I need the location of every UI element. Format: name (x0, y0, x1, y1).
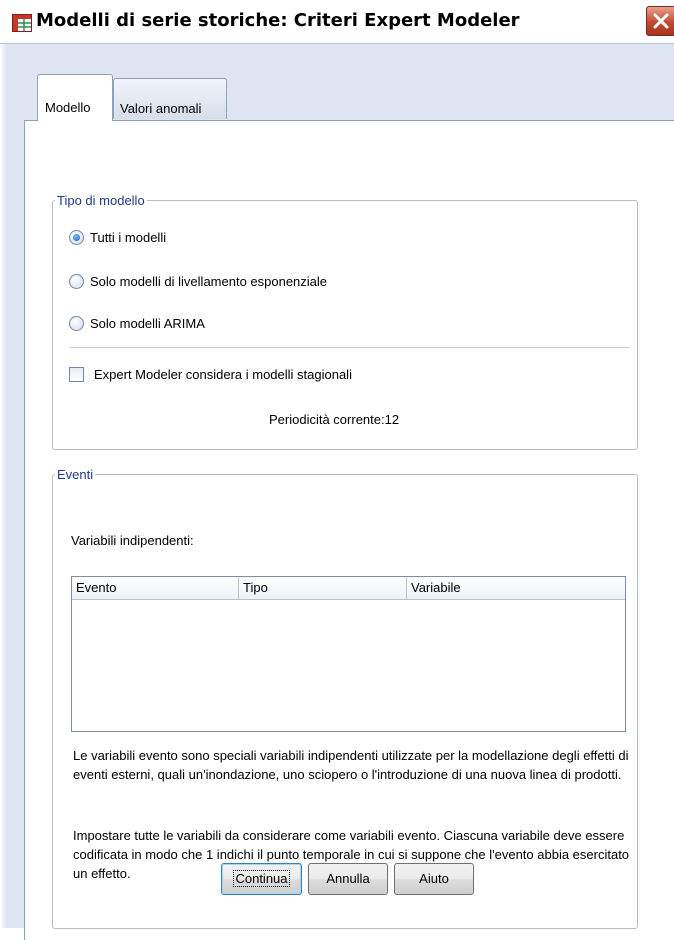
dialog-window: Modelli di serie storiche: Criteri Exper… (0, 0, 674, 940)
column-header-evento[interactable]: Evento (72, 577, 239, 599)
tab-label: Modello (45, 100, 91, 115)
radio-label: Solo modelli di livellamento esponenzial… (90, 274, 328, 289)
radio-button[interactable] (69, 274, 84, 289)
table-header: Evento Tipo Variabile (72, 577, 625, 600)
help-button[interactable]: Aiuto (394, 863, 474, 895)
button-label: Continua (233, 870, 290, 887)
group-legend: Tipo di modello (57, 193, 145, 208)
window-title: Modelli di serie storiche: Criteri Exper… (36, 10, 520, 31)
tab-valori-anomali[interactable]: Valori anomali (113, 78, 227, 119)
separator (70, 347, 630, 348)
events-table[interactable]: Evento Tipo Variabile (71, 576, 626, 732)
close-button[interactable] (646, 6, 674, 36)
checkbox-label: Expert Modeler considera i modelli stagi… (94, 367, 352, 382)
independent-variables-label: Variabili indipendenti: (71, 533, 194, 548)
window-frame (0, 44, 7, 928)
button-label: Annulla (326, 871, 370, 886)
radio-label: Tutti i modelli (90, 230, 167, 245)
button-label: Aiuto (419, 871, 449, 886)
cancel-button[interactable]: Annulla (308, 863, 388, 895)
events-description: Le variabili evento sono speciali variab… (73, 748, 629, 782)
column-header-variabile[interactable]: Variabile (407, 577, 625, 599)
dialog-body: Modello Valori anomali Tipo di modello T… (7, 44, 674, 940)
radio-livellamento-esponenziale[interactable]: Solo modelli di livellamento esponenzial… (69, 274, 327, 289)
seasonal-models-checkbox[interactable] (69, 367, 84, 382)
tab-panel-modello: Tipo di modello Tutti i modelli Solo mod… (24, 120, 674, 940)
radio-button[interactable] (69, 316, 84, 331)
tab-modello[interactable]: Modello (37, 74, 113, 121)
periodicity-label: Periodicità corrente:12 (269, 412, 400, 427)
group-legend: Eventi (57, 467, 94, 482)
tab-label: Valori anomali (120, 101, 202, 116)
radio-label: Solo modelli ARIMA (90, 316, 205, 331)
title-bar[interactable]: Modelli di serie storiche: Criteri Exper… (0, 0, 674, 44)
close-icon (653, 13, 669, 29)
spreadsheet-app-icon (12, 14, 32, 32)
seasonal-models-checkbox-row[interactable]: Expert Modeler considera i modelli stagi… (69, 367, 352, 382)
radio-arima[interactable]: Solo modelli ARIMA (69, 316, 205, 331)
continue-button[interactable]: Continua (221, 863, 302, 895)
column-header-tipo[interactable]: Tipo (239, 577, 407, 599)
radio-button-checked[interactable] (69, 230, 84, 245)
radio-tutti-modelli[interactable]: Tutti i modelli (69, 230, 166, 245)
